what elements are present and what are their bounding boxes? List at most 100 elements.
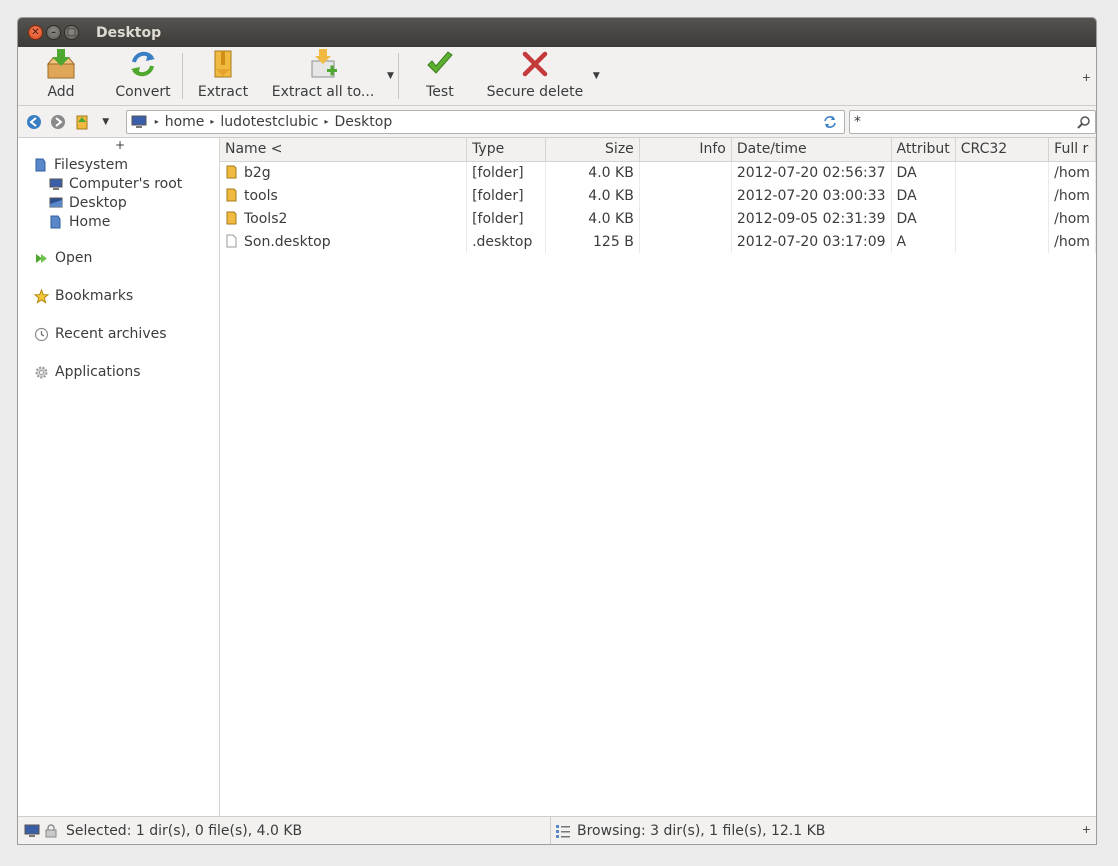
forward-button[interactable] [48, 112, 68, 132]
sidebar-expand-plus[interactable]: + [115, 138, 125, 152]
file-name: Tools2 [244, 210, 288, 227]
checkmark-icon [427, 51, 453, 74]
table-row[interactable]: Son.desktop .desktop 125 B 2012-07-20 03… [220, 230, 1096, 253]
breadcrumb-separator-icon: ▸ [324, 117, 329, 126]
desktop-icon [49, 197, 63, 207]
sidebar-item-label: Home [69, 213, 111, 230]
status-bar: Selected: 1 dir(s), 0 file(s), 4.0 KB Br… [18, 816, 1096, 844]
file-size: 4.0 KB [545, 184, 640, 207]
file-name: b2g [244, 164, 271, 181]
file-info [639, 207, 732, 230]
sidebar-item-recent-archives[interactable]: Recent archives [34, 323, 182, 345]
add-label: Add [47, 84, 75, 100]
breadcrumb-home[interactable]: home [165, 114, 205, 130]
column-attribute-header[interactable]: Attribut [891, 138, 956, 162]
test-label: Test [426, 84, 454, 100]
column-type-header[interactable]: Type [466, 138, 547, 162]
file-size: 4.0 KB [545, 161, 640, 184]
breadcrumb-desktop[interactable]: Desktop [334, 114, 392, 130]
file-name: Son.desktop [244, 233, 331, 250]
sidebar-item-label: Desktop [69, 194, 127, 211]
sidebar-item-bookmarks[interactable]: Bookmarks [34, 285, 182, 307]
file-attribute: A [891, 230, 956, 253]
delete-dropdown-arrow-icon[interactable]: ▼ [589, 47, 604, 105]
extract-dropdown-arrow-icon[interactable]: ▼ [383, 47, 398, 105]
file-crc32 [955, 207, 1050, 230]
convert-label: Convert [115, 84, 171, 100]
up-folder-icon [76, 115, 88, 129]
table-row[interactable]: tools [folder] 4.0 KB 2012-07-20 03:00:3… [220, 184, 1096, 207]
breadcrumb-ludotestclubic[interactable]: ludotestclubic [220, 114, 318, 130]
maximize-window-icon[interactable]: □ [64, 25, 79, 40]
sidebar-item-label: Open [55, 250, 93, 266]
status-selection: Selected: 1 dir(s), 0 file(s), 4.0 KB [18, 817, 551, 844]
refresh-icon[interactable] [822, 114, 838, 130]
test-button[interactable]: Test [399, 47, 481, 105]
star-icon [34, 288, 49, 304]
open-icon [36, 253, 47, 263]
search-icon[interactable] [1077, 115, 1091, 129]
file-icon [226, 234, 237, 247]
sidebar-item-applications[interactable]: Applications [34, 361, 182, 383]
sidebar-item-label: Applications [55, 364, 141, 380]
column-crc32-header[interactable]: CRC32 [955, 138, 1050, 162]
file-fullpath: /hom [1048, 207, 1096, 230]
column-datetime-header[interactable]: Date/time [731, 138, 892, 162]
sidebar-item-label: Computer's root [69, 175, 183, 192]
column-info-header[interactable]: Info [639, 138, 732, 162]
status-expand-plus[interactable]: + [1082, 823, 1091, 836]
main-area: + Filesystem Computer's root Desktop Hom… [18, 138, 1096, 816]
add-archive-icon [46, 49, 76, 79]
filter-value: * [853, 113, 861, 130]
file-fullpath: /hom [1048, 161, 1096, 184]
folder-icon [226, 211, 237, 224]
up-folder-button[interactable] [72, 112, 92, 132]
file-datetime: 2012-09-05 02:31:39 [731, 207, 892, 230]
filter-input[interactable]: * [848, 109, 1096, 134]
back-button[interactable] [24, 112, 44, 132]
sidebar: + Filesystem Computer's root Desktop Hom… [18, 138, 220, 816]
file-fullpath: /hom [1048, 184, 1096, 207]
column-size-header[interactable]: Size [545, 138, 640, 162]
status-browsing: Browsing: 3 dir(s), 1 file(s), 12.1 KB [551, 817, 825, 844]
file-type: [folder] [466, 207, 547, 230]
file-attribute: DA [891, 161, 956, 184]
sidebar-item-open[interactable]: Open [34, 247, 182, 269]
file-type: [folder] [466, 184, 547, 207]
extract-button[interactable]: Extract [183, 47, 263, 105]
minimize-window-icon[interactable]: – [46, 25, 61, 40]
file-size: 4.0 KB [545, 207, 640, 230]
folder-icon [226, 165, 237, 179]
window-title: Desktop [96, 24, 162, 41]
sidebar-item-desktop[interactable]: Desktop [34, 193, 182, 212]
sidebar-item-filesystem[interactable]: Filesystem [34, 155, 182, 174]
toolbar-expand-plus[interactable]: + [1082, 71, 1091, 84]
path-breadcrumb[interactable]: ▸ home ▸ ludotestclubic ▸ Desktop [125, 109, 845, 134]
toolbar: Add Convert Extract Extract all to... ▼ … [18, 47, 1096, 106]
sidebar-item-computers-root[interactable]: Computer's root [34, 174, 182, 193]
file-fullpath: /hom [1048, 230, 1096, 253]
secure-delete-button[interactable]: Secure delete [481, 47, 589, 105]
delete-x-icon [522, 51, 548, 77]
selection-text: Selected: 1 dir(s), 0 file(s), 4.0 KB [66, 822, 303, 839]
table-row[interactable]: b2g [folder] 4.0 KB 2012-07-20 02:56:37 … [220, 161, 1096, 184]
add-button[interactable]: Add [18, 47, 104, 105]
forward-arrow-icon [50, 114, 65, 129]
table-row[interactable]: Tools2 [folder] 4.0 KB 2012-09-05 02:31:… [220, 207, 1096, 230]
convert-icon [131, 51, 155, 77]
sidebar-item-home[interactable]: Home [34, 212, 182, 231]
home-folder-icon [50, 215, 61, 228]
file-datetime: 2012-07-20 03:17:09 [731, 230, 892, 253]
back-arrow-icon [26, 114, 41, 129]
history-dropdown-icon[interactable]: ▼ [96, 112, 116, 132]
column-fullpath-header[interactable]: Full r [1048, 138, 1096, 162]
convert-button[interactable]: Convert [104, 47, 182, 105]
column-name-header[interactable]: Name < [220, 138, 468, 162]
close-window-icon[interactable]: ✕ [28, 25, 43, 40]
file-crc32 [955, 184, 1050, 207]
computer-icon [131, 115, 147, 128]
file-list: Name < Type Size Info Date/time Attribut… [220, 138, 1096, 816]
breadcrumb-separator-icon: ▸ [210, 117, 215, 126]
computer-icon [49, 178, 63, 190]
extract-all-button[interactable]: Extract all to... [263, 47, 383, 105]
